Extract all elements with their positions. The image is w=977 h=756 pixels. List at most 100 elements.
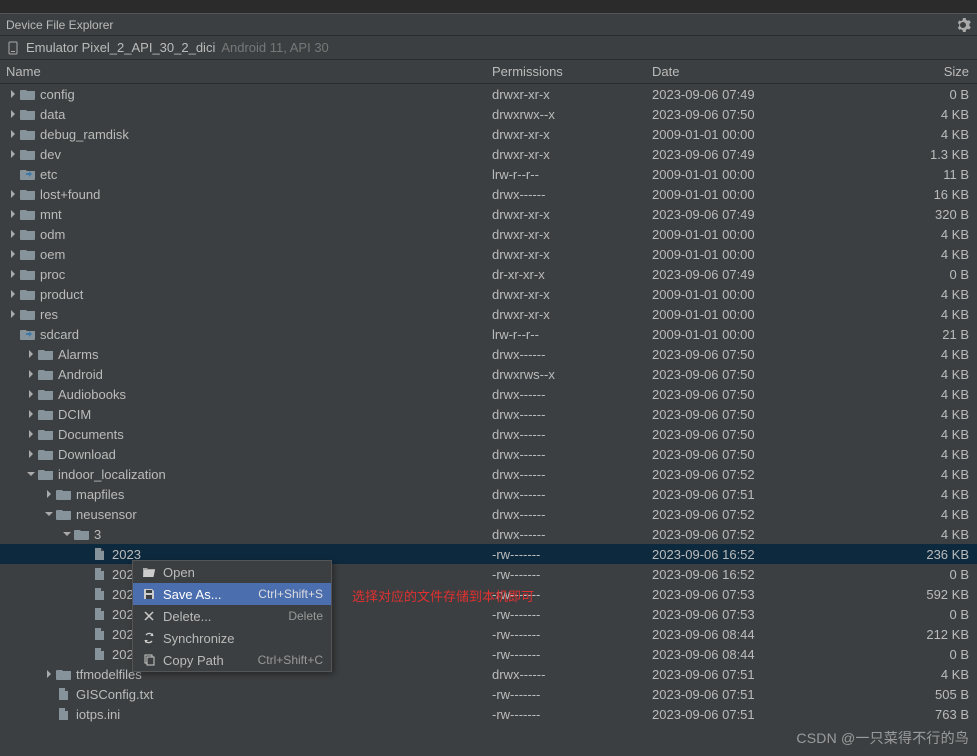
cell-date: 2023-09-06 07:50 xyxy=(652,367,877,382)
tree-row[interactable]: resdrwxr-xr-x2009-01-01 00:004 KB xyxy=(0,304,977,324)
expand-arrow-icon[interactable] xyxy=(6,107,20,121)
tree-row[interactable]: 3drwx------2023-09-06 07:524 KB xyxy=(0,524,977,544)
expand-arrow-icon[interactable] xyxy=(6,207,20,221)
expand-arrow-icon[interactable] xyxy=(6,327,20,341)
tree-row[interactable]: etclrw-r--r--2009-01-01 00:0011 B xyxy=(0,164,977,184)
menu-item-synchronize[interactable]: Synchronize xyxy=(133,627,331,649)
cell-date: 2009-01-01 00:00 xyxy=(652,307,877,322)
expand-arrow-icon[interactable] xyxy=(6,167,20,181)
table-header-row: Name Permissions Date Size xyxy=(0,60,977,84)
expand-arrow-icon[interactable] xyxy=(78,567,92,581)
expand-arrow-icon[interactable] xyxy=(24,427,38,441)
expand-arrow-icon[interactable] xyxy=(6,147,20,161)
expand-arrow-icon[interactable] xyxy=(6,227,20,241)
expand-arrow-icon[interactable] xyxy=(6,187,20,201)
cell-size: 1.3 KB xyxy=(877,147,977,162)
folder-icon xyxy=(56,507,72,521)
tree-row[interactable]: indoor_localizationdrwx------2023-09-06 … xyxy=(0,464,977,484)
cell-size: 592 KB xyxy=(877,587,977,602)
tree-row[interactable]: devdrwxr-xr-x2023-09-06 07:491.3 KB xyxy=(0,144,977,164)
cell-perm: -rw------- xyxy=(492,547,652,562)
column-header-date[interactable]: Date xyxy=(652,64,877,79)
cell-perm: drwx------ xyxy=(492,187,652,202)
column-header-name[interactable]: Name xyxy=(0,64,492,79)
menu-item-delete[interactable]: Delete...Delete xyxy=(133,605,331,627)
item-name: data xyxy=(40,107,65,122)
cell-name: debug_ramdisk xyxy=(0,127,492,142)
expand-arrow-icon[interactable] xyxy=(78,587,92,601)
expand-arrow-icon[interactable] xyxy=(42,687,56,701)
expand-arrow-icon[interactable] xyxy=(6,127,20,141)
expand-arrow-icon[interactable] xyxy=(6,267,20,281)
expand-arrow-icon[interactable] xyxy=(24,447,38,461)
expand-arrow-icon[interactable] xyxy=(78,647,92,661)
expand-arrow-icon[interactable] xyxy=(24,467,38,481)
cell-size: 0 B xyxy=(877,267,977,282)
tree-row[interactable]: odmdrwxr-xr-x2009-01-01 00:004 KB xyxy=(0,224,977,244)
expand-arrow-icon[interactable] xyxy=(78,547,92,561)
folder-icon xyxy=(56,667,72,681)
cell-perm: drwxr-xr-x xyxy=(492,247,652,262)
column-header-size[interactable]: Size xyxy=(877,64,977,79)
cell-date: 2023-09-06 07:52 xyxy=(652,507,877,522)
cell-name: Android xyxy=(0,367,492,382)
tree-row[interactable]: mntdrwxr-xr-x2023-09-06 07:49320 B xyxy=(0,204,977,224)
tree-row[interactable]: lost+founddrwx------2009-01-01 00:0016 K… xyxy=(0,184,977,204)
cell-date: 2023-09-06 07:51 xyxy=(652,687,877,702)
gear-icon[interactable] xyxy=(955,17,971,33)
tree-row[interactable]: mapfilesdrwx------2023-09-06 07:514 KB xyxy=(0,484,977,504)
tree-row[interactable]: neusensordrwx------2023-09-06 07:524 KB xyxy=(0,504,977,524)
cell-date: 2023-09-06 07:50 xyxy=(652,107,877,122)
tree-row[interactable]: debug_ramdiskdrwxr-xr-x2009-01-01 00:004… xyxy=(0,124,977,144)
folder-icon xyxy=(38,427,54,441)
folder-icon xyxy=(20,87,36,101)
tree-row[interactable]: oemdrwxr-xr-x2009-01-01 00:004 KB xyxy=(0,244,977,264)
item-name: indoor_localization xyxy=(58,467,166,482)
expand-arrow-icon[interactable] xyxy=(42,507,56,521)
cell-perm: drwx------ xyxy=(492,487,652,502)
tree-row[interactable]: DCIMdrwx------2023-09-06 07:504 KB xyxy=(0,404,977,424)
menu-item-save-as[interactable]: Save As...Ctrl+Shift+S xyxy=(133,583,331,605)
tree-row[interactable]: configdrwxr-xr-x2023-09-06 07:490 B xyxy=(0,84,977,104)
expand-arrow-icon[interactable] xyxy=(24,347,38,361)
item-name: GISConfig.txt xyxy=(76,687,153,702)
menu-item-open[interactable]: Open xyxy=(133,561,331,583)
tree-row[interactable]: GISConfig.txt-rw-------2023-09-06 07:515… xyxy=(0,684,977,704)
expand-arrow-icon[interactable] xyxy=(6,87,20,101)
cell-size: 4 KB xyxy=(877,347,977,362)
expand-arrow-icon[interactable] xyxy=(24,387,38,401)
expand-arrow-icon[interactable] xyxy=(6,307,20,321)
cell-date: 2023-09-06 07:50 xyxy=(652,447,877,462)
expand-arrow-icon[interactable] xyxy=(24,407,38,421)
tree-row[interactable]: Documentsdrwx------2023-09-06 07:504 KB xyxy=(0,424,977,444)
tree-row[interactable]: Downloaddrwx------2023-09-06 07:504 KB xyxy=(0,444,977,464)
cell-date: 2023-09-06 07:50 xyxy=(652,407,877,422)
cell-perm: drwx------ xyxy=(492,667,652,682)
cell-date: 2009-01-01 00:00 xyxy=(652,227,877,242)
tree-row[interactable]: datadrwxrwx--x2023-09-06 07:504 KB xyxy=(0,104,977,124)
expand-arrow-icon[interactable] xyxy=(42,667,56,681)
tree-row[interactable]: Androiddrwxrws--x2023-09-06 07:504 KB xyxy=(0,364,977,384)
expand-arrow-icon[interactable] xyxy=(6,247,20,261)
cell-date: 2023-09-06 07:51 xyxy=(652,487,877,502)
menu-shortcut: Delete xyxy=(288,609,323,623)
expand-arrow-icon[interactable] xyxy=(78,627,92,641)
expand-arrow-icon[interactable] xyxy=(6,287,20,301)
tree-row[interactable]: Audiobooksdrwx------2023-09-06 07:504 KB xyxy=(0,384,977,404)
expand-arrow-icon[interactable] xyxy=(60,527,74,541)
tree-row[interactable]: productdrwxr-xr-x2009-01-01 00:004 KB xyxy=(0,284,977,304)
cell-name: sdcard xyxy=(0,327,492,342)
item-name: mapfiles xyxy=(76,487,124,502)
column-header-permissions[interactable]: Permissions xyxy=(492,64,652,79)
expand-arrow-icon[interactable] xyxy=(78,607,92,621)
tree-row[interactable]: Alarmsdrwx------2023-09-06 07:504 KB xyxy=(0,344,977,364)
menu-item-copy-path[interactable]: Copy PathCtrl+Shift+C xyxy=(133,649,331,671)
device-selector[interactable]: Emulator Pixel_2_API_30_2_dici Android 1… xyxy=(0,36,977,60)
tree-row[interactable]: procdr-xr-xr-x2023-09-06 07:490 B xyxy=(0,264,977,284)
tree-row[interactable]: sdcardlrw-r--r--2009-01-01 00:0021 B xyxy=(0,324,977,344)
cell-perm: drwxr-xr-x xyxy=(492,87,652,102)
tree-row[interactable]: iotps.ini-rw-------2023-09-06 07:51763 B xyxy=(0,704,977,724)
expand-arrow-icon[interactable] xyxy=(42,707,56,721)
expand-arrow-icon[interactable] xyxy=(42,487,56,501)
expand-arrow-icon[interactable] xyxy=(24,367,38,381)
